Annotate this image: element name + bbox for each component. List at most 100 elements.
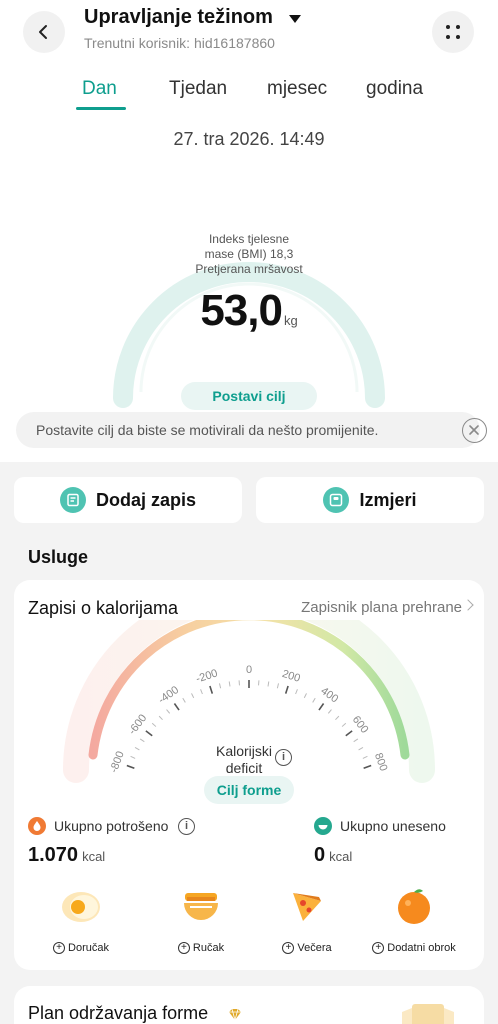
- gauge-tick: [303, 693, 307, 699]
- burned-unit: kcal: [82, 849, 106, 864]
- gauge-tick: [200, 689, 203, 695]
- gauge-tick: [362, 755, 368, 759]
- premium-diamond-icon: [229, 1008, 241, 1022]
- set-goal-button[interactable]: Postavi cilj: [181, 382, 317, 410]
- top-bar: Upravljanje težinom Trenutni korisnik: h…: [0, 0, 498, 60]
- bmi-info: Indeks tjelesne mase (BMI) 18,3 Pretjera…: [150, 232, 348, 277]
- fitness-goal-button[interactable]: Cilj forme: [204, 776, 294, 804]
- bmi-label-line1: Indeks tjelesne: [208, 232, 290, 246]
- gauge-tick: [312, 697, 316, 703]
- gauge-tick: [228, 681, 231, 687]
- meal-snack[interactable]: + Dodatni obrok: [359, 883, 469, 954]
- gauge-tick-label: 600: [350, 714, 371, 736]
- gauge-tick-label: -800: [108, 750, 127, 775]
- weight-unit: kg: [283, 313, 298, 328]
- gauge-tick: [358, 747, 364, 751]
- gauge-tick: [318, 703, 325, 711]
- add-dinner-icon: +: [282, 942, 295, 954]
- tab-day[interactable]: Dan: [82, 78, 117, 100]
- measure-label: Izmjeri: [359, 489, 417, 510]
- add-record-label: Dodaj zapis: [95, 489, 197, 510]
- total-burned-label: Ukupno potrošeno: [54, 818, 169, 834]
- calorie-card-title: Zapisi o kalorijama: [28, 598, 179, 618]
- measurement-date: 27. tra 2026. 14:49: [173, 129, 325, 149]
- dinner-label: Večera: [297, 942, 332, 954]
- close-icon: [469, 425, 479, 435]
- gauge-tick-label: -600: [126, 712, 149, 737]
- bmi-category: Pretjerana mršavost: [195, 262, 303, 276]
- add-breakfast-icon: +: [53, 942, 66, 954]
- plan-illustration-icon: [402, 1004, 454, 1024]
- flame-icon: [28, 817, 46, 835]
- title-block[interactable]: Upravljanje težinom Trenutni korisnik: h…: [84, 6, 301, 51]
- gauge-tick-label: 0: [246, 664, 252, 676]
- gauge-tick: [130, 755, 136, 759]
- tab-month[interactable]: mjesec: [267, 78, 327, 100]
- burned-info-icon[interactable]: i: [178, 818, 195, 835]
- dots-grid-icon: [446, 25, 450, 29]
- diet-plan-log-link[interactable]: Zapisnik plana prehrane: [301, 599, 462, 616]
- gauge-tick-label: -200: [195, 667, 220, 685]
- gauge-tick-label: -400: [156, 684, 181, 706]
- fitness-maintenance-plan-card[interactable]: Plan održavanja forme: [14, 986, 484, 1024]
- gauge-tick: [276, 683, 280, 689]
- meal-breakfast[interactable]: + Doručak: [26, 883, 136, 954]
- gauge-tick: [267, 681, 270, 687]
- chevron-left-icon: [39, 25, 47, 39]
- egg-icon: [62, 892, 100, 922]
- burned-number: 1.070: [28, 844, 79, 866]
- period-tabs: Dan Tjedan mjesec godina: [0, 76, 498, 112]
- gauge-tick: [145, 730, 153, 737]
- gauge-tick: [327, 709, 332, 714]
- gauge-tick-label: 800: [372, 751, 390, 772]
- banner-text: Postavite cilj da biste se motivirali da…: [36, 422, 379, 438]
- measure-button[interactable]: Izmjeri: [256, 477, 484, 523]
- back-button[interactable]: [23, 11, 65, 53]
- meal-lunch[interactable]: + Ručak: [146, 883, 256, 954]
- gauge-tick: [151, 722, 157, 727]
- add-record-button[interactable]: Dodaj zapis: [14, 477, 242, 523]
- current-user-label: Trenutni korisnik: hid16187860: [84, 35, 275, 51]
- meal-dinner[interactable]: + Večera: [252, 883, 362, 954]
- chevron-right-icon: [462, 599, 474, 611]
- gauge-tick: [345, 730, 353, 737]
- gauge-tick: [209, 685, 214, 694]
- deficit-info-icon[interactable]: i: [275, 749, 292, 766]
- gauge-tick: [134, 747, 140, 751]
- active-tab-indicator: [76, 107, 126, 110]
- gauge-tick: [166, 709, 171, 714]
- plan-title: Plan održavanja forme: [28, 1003, 209, 1023]
- page-title: Upravljanje težinom: [84, 6, 273, 28]
- gauge-tick: [284, 685, 289, 694]
- intake-unit: kcal: [329, 849, 353, 864]
- gauge-tick: [173, 703, 180, 711]
- tab-year[interactable]: godina: [366, 78, 423, 100]
- scale-icon: [323, 487, 350, 513]
- weight-display: 53,0 kg: [0, 286, 498, 336]
- more-options-button[interactable]: [432, 11, 474, 53]
- total-burned-value: 1.070 kcal: [28, 844, 105, 867]
- dropdown-caret-icon[interactable]: [288, 14, 301, 23]
- tab-week[interactable]: Tjedan: [169, 78, 227, 100]
- snack-label: Dodatni obrok: [387, 942, 456, 954]
- rice-bowl-icon: [184, 893, 218, 920]
- total-intake-value: 0 kcal: [314, 844, 352, 867]
- gauge-tick: [363, 764, 372, 770]
- gauge-tick: [218, 683, 222, 689]
- gauge-tick-label: 200: [281, 668, 302, 685]
- deficit-label-line1: Kalorijski: [215, 743, 272, 759]
- gauge-tick: [158, 715, 163, 721]
- close-banner-button[interactable]: [462, 418, 487, 443]
- note-icon: [59, 487, 86, 513]
- gauge-tick: [139, 738, 145, 743]
- gauge-tick: [182, 697, 186, 703]
- lunch-label: Ručak: [192, 942, 225, 954]
- gauge-tick: [353, 738, 359, 743]
- total-intake-label: Ukupno uneseno: [340, 818, 446, 834]
- gauge-tick: [335, 715, 340, 721]
- weight-value: 53,0: [200, 286, 283, 335]
- add-lunch-icon: +: [177, 942, 190, 954]
- pizza-slice-icon: [293, 893, 321, 921]
- bmi-label-line2: mase (BMI) 18,3: [204, 247, 294, 261]
- gauge-tick-label: 400: [318, 685, 340, 705]
